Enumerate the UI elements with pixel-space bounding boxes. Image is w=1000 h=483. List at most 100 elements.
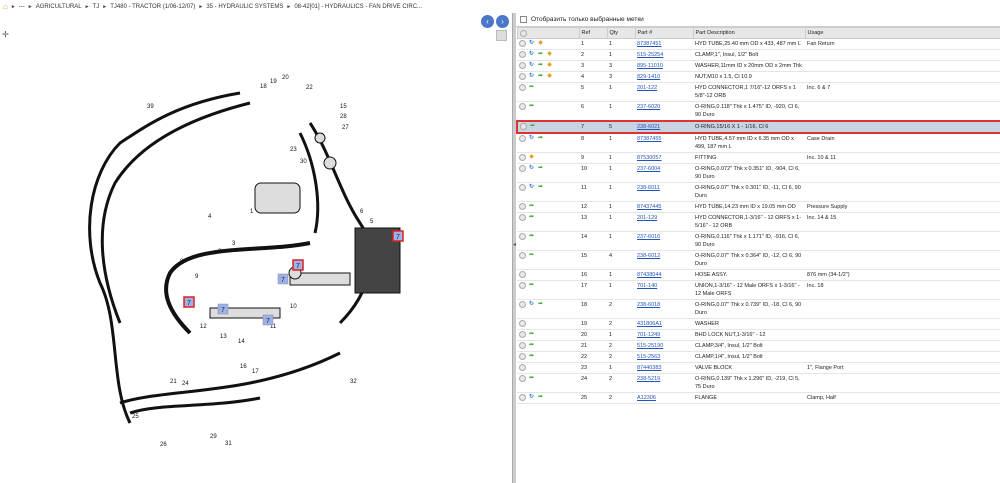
arrow-right-icon[interactable]: ➦ [528,84,535,91]
row-select-radio[interactable] [519,40,526,48]
breadcrumb-item[interactable]: TJ [93,4,100,10]
table-row[interactable]: ◆ 9 1 87530057 FITTING Inc. 10 & 11 [517,152,1000,164]
row-select-radio[interactable] [519,394,526,402]
table-row[interactable]: ➦ 22 2 515-2563 CLAMP,1/4", Insul, 1/2" Bolt [517,351,1000,363]
table-row[interactable]: ➦ 21 2 515-25190 CLAMP,3/4", Insul, 1/2" Bol… [517,340,1000,352]
callout-label[interactable]: 7 [296,263,300,270]
row-part-number[interactable]: 87387451 [635,38,693,50]
row-select-radio[interactable] [519,375,526,383]
part-number-link[interactable]: 515-2563 [637,354,660,360]
part-number-link[interactable]: 87438044 [637,272,661,278]
part-number-link[interactable]: 87437445 [637,204,661,210]
part-number-link[interactable]: 515-25190 [637,343,663,349]
part-number-link[interactable]: 515-25254 [637,52,663,58]
part-number-link[interactable]: 895-11010 [637,63,663,69]
row-part-number[interactable]: 87387455 [635,133,693,153]
table-row[interactable]: 16 1 87438044 HOSE ASSY. 876 mm (34-1/2") [517,269,1000,281]
row-select-radio[interactable] [519,214,526,222]
table-row[interactable]: ➦ 15 4 238-6012 O-RING,0.07" Thk x 0.364" ID… [517,250,1000,270]
table-row[interactable]: ↻ ➦ 18 2 238-6018 O-RING,0.07" Thk x 0.739" I… [517,299,1000,319]
arrow-right-icon[interactable]: ➦ [528,252,535,259]
part-number-link[interactable]: 87530057 [637,155,661,161]
row-select-radio[interactable] [519,353,526,361]
part-number-link[interactable]: 701-140 [637,283,657,289]
row-select-radio[interactable] [519,165,526,173]
row-part-number[interactable]: 515-2563 [635,351,693,363]
column-header-select[interactable] [516,27,580,39]
arrow-right-icon[interactable]: ➦ [537,51,544,58]
row-select-radio[interactable] [519,62,526,70]
arrow-right-icon[interactable]: ➦ [537,135,544,142]
row-part-number[interactable]: 87438044 [635,269,693,281]
refresh-icon[interactable]: ↻ [528,184,535,191]
refresh-icon[interactable]: ↻ [528,394,535,401]
part-number-link[interactable]: 201-122 [637,85,657,91]
row-part-number[interactable]: A12306 [635,392,693,404]
row-part-number[interactable]: 238-6018 [635,299,693,319]
arrow-right-icon[interactable]: ➦ [528,103,535,110]
arrow-right-icon[interactable]: ➦ [537,184,544,191]
breadcrumb-item[interactable]: 08-42[01] - HYDRAULICS - FAN DRIVE CIRC.… [294,4,422,10]
callout-label[interactable]: 7 [221,307,225,314]
table-row[interactable]: ➦ 24 2 238-5219 O-RING,0.139" Thk x 1.296" I… [517,373,1000,393]
table-row[interactable]: ➦ 17 1 701-140 UNION,1-3/16" - 12 Male ORFS … [517,280,1000,300]
row-select-radio[interactable] [519,364,526,372]
row-part-number[interactable]: 238-5219 [635,373,693,393]
row-part-number[interactable]: 829-1410 [635,71,693,83]
table-row[interactable]: ↻ ◆ 1 1 87387451 HYD TUBE,25.40 mm OD x 433, … [517,38,1000,50]
arrow-right-icon[interactable]: ➦ [528,353,535,360]
row-part-number[interactable]: 431806A1 [635,318,693,330]
crosshair-icon[interactable]: ✛ [2,30,9,39]
column-header-usage[interactable]: Usage [804,27,1000,39]
exploded-parts-diagram[interactable]: 39 18 19 20 22 15 28 27 23 30 4 2 3 1 6 … [60,63,420,453]
package-icon[interactable]: ◆ [528,154,535,161]
row-part-number[interactable]: 701-1249 [635,329,693,341]
table-row[interactable]: ↻ ➦ 25 2 A12306 FLANGE Clamp, Half [517,392,1000,404]
table-row[interactable]: ↻ ➦ ◆ 2 1 515-25254 CLAMP,1", Insul, 1/2" Bolt [517,49,1000,61]
column-header-description[interactable]: Part Description [692,27,806,39]
table-row[interactable]: ➦ 6 1 237-6020 O-RING,0.118" Thk x 1.475" ID… [517,101,1000,122]
row-select-radio[interactable] [519,271,526,279]
previous-diagram-button[interactable]: ‹ [481,15,494,28]
part-number-link[interactable]: 238-6018 [637,302,660,308]
refresh-icon[interactable]: ↻ [528,135,535,142]
table-row[interactable]: ➦ 5 1 201-122 HYD CONNECTOR,1 7/16"-12 ORFS … [517,82,1000,102]
row-part-number[interactable]: 515-25190 [635,340,693,352]
part-number-link[interactable]: 238-6011 [637,185,660,191]
refresh-icon[interactable]: ↻ [528,62,535,69]
row-select-radio[interactable] [519,282,526,290]
row-part-number[interactable]: 701-140 [635,280,693,300]
package-icon[interactable]: ◆ [546,51,553,58]
table-row[interactable]: ↻ ➦ ◆ 4 3 829-1410 NUT,M10 x 1.5, Cl 10.9 [517,71,1000,83]
row-part-number[interactable]: 237-6020 [635,101,693,122]
row-part-number[interactable]: 201-129 [635,212,693,232]
callout-label[interactable]: 7 [396,234,400,241]
part-number-link[interactable]: 238-6021 [637,124,660,130]
row-part-number[interactable]: 237-6004 [635,163,693,183]
arrow-right-icon[interactable]: ➦ [528,214,535,221]
row-select-radio[interactable] [519,301,526,309]
breadcrumb-item[interactable]: AGRICULTURAL [36,4,82,10]
row-part-number[interactable]: 238-6012 [635,250,693,270]
row-part-number[interactable]: 87437445 [635,201,693,213]
breadcrumb-item[interactable]: TJ480 - TRACTOR (1/06-12/07) [110,4,195,10]
callout-label[interactable]: 7 [266,318,270,325]
row-select-radio[interactable] [519,135,526,143]
refresh-icon[interactable]: ↻ [528,165,535,172]
table-row[interactable]: ↻ ➦ ◆ 3 3 895-11010 WASHER,11mm ID x 20mm OD x… [517,60,1000,72]
zoom-toggle-button[interactable] [496,30,507,41]
part-number-link[interactable]: 201-129 [637,215,657,221]
part-number-link[interactable]: 237-6016 [637,234,660,240]
table-row[interactable]: ➦ 14 1 237-6016 O-RING,0.116" Thk x 1.171" I… [517,231,1000,251]
row-part-number[interactable]: 87440383 [635,362,693,374]
part-number-link[interactable]: 237-6004 [637,166,660,172]
row-part-number[interactable]: 238-6011 [635,182,693,202]
table-row[interactable]: 19 2 431806A1 WASHER [517,318,1000,330]
table-row[interactable]: ➦ 20 1 701-1249 BHD LOCK NUT,1-3/16" - 12 [517,329,1000,341]
part-number-link[interactable]: 87387451 [637,41,661,47]
column-header-part-number[interactable]: Part # [634,27,694,39]
row-select-radio[interactable] [519,331,526,339]
row-part-number[interactable]: 895-11010 [635,60,693,72]
arrow-right-icon[interactable]: ➦ [528,233,535,240]
table-row[interactable]: ↻ ➦ 8 1 87387455 HYD TUBE,4.57 mm ID x 6.35 m… [517,133,1000,153]
